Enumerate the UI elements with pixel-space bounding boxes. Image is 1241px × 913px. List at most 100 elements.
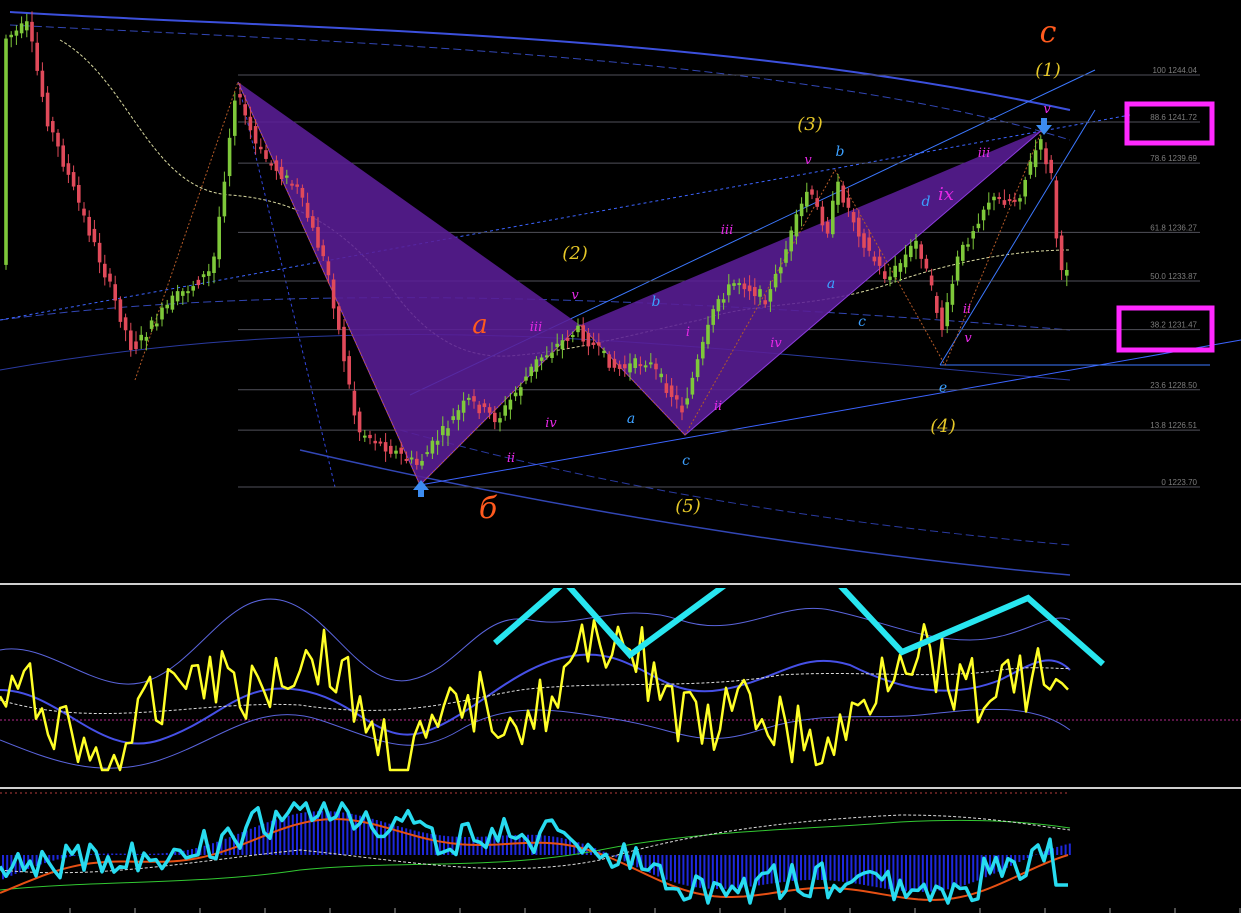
candle-body [9, 34, 13, 38]
histogram-bar [1060, 845, 1063, 855]
candle-body [1002, 200, 1007, 205]
histogram-bar [186, 849, 189, 855]
histogram-bar [98, 853, 101, 855]
candle-body [893, 265, 897, 278]
candle-body [773, 273, 778, 288]
histogram-bar [203, 845, 206, 855]
candle-body [799, 203, 804, 217]
candle-body [602, 350, 606, 354]
candle-body [373, 440, 377, 444]
candle-body [82, 208, 86, 216]
histogram-bar [174, 851, 177, 855]
candle-body [191, 286, 195, 291]
histogram-bar [963, 855, 966, 886]
candle-body [201, 274, 206, 278]
candle-body [456, 410, 461, 420]
candle-body [571, 335, 575, 338]
wave-label: iii [530, 320, 542, 335]
candle-body [40, 70, 45, 97]
candle-body [680, 405, 684, 413]
candle-body [898, 263, 903, 272]
histogram-bar [287, 815, 290, 855]
candle-body [467, 397, 471, 400]
candle-body [30, 21, 34, 42]
candle-body [45, 92, 50, 127]
histogram-bar [800, 855, 802, 881]
candle-body [238, 94, 242, 98]
candle-body [909, 245, 913, 258]
histogram-bar [191, 849, 193, 855]
candle-body [706, 324, 710, 345]
candle-body [617, 364, 622, 369]
candle-body [508, 399, 513, 410]
histogram-bar [1022, 855, 1025, 861]
histogram-bar [254, 827, 256, 855]
histogram-bar [682, 855, 685, 885]
wave-label: d [922, 194, 931, 210]
candle-body [1044, 148, 1048, 165]
candle-body [732, 283, 736, 286]
candle-body [675, 395, 679, 400]
histogram-bar [52, 855, 55, 861]
histogram-bar [548, 835, 550, 855]
pattern-triangle-left [238, 82, 580, 485]
candle-body [643, 365, 648, 368]
histogram-bar [917, 855, 920, 892]
candle-body [1059, 235, 1064, 271]
wave-label: b [836, 144, 845, 160]
histogram-bar [762, 855, 765, 885]
wave-label: v [964, 331, 972, 346]
candle-body [987, 202, 991, 210]
candle-body [524, 376, 528, 381]
histogram-bar [283, 816, 286, 855]
candle-body [695, 359, 700, 378]
candle-body [1028, 161, 1033, 175]
histogram-bar [1056, 846, 1059, 855]
channel-lines [0, 11, 1241, 576]
candle-body [779, 267, 783, 274]
histogram-bar [501, 835, 504, 855]
candle-body [404, 458, 409, 461]
histogram-bar [732, 855, 735, 889]
candle-body [992, 196, 996, 201]
candle-body [248, 116, 253, 131]
candle-body [1065, 269, 1069, 276]
candle-body [181, 291, 185, 296]
candle-body [581, 325, 585, 342]
candle-body [841, 185, 845, 203]
wave-label: v [804, 153, 812, 168]
wave-label: (3) [797, 114, 823, 135]
histogram-bar [737, 855, 739, 889]
candle-body [331, 279, 336, 309]
histogram-bar [111, 853, 114, 855]
histogram-bar [136, 853, 139, 855]
histogram-bar [947, 855, 949, 890]
candle-body [186, 291, 190, 294]
candle-body [961, 244, 965, 261]
histogram-bar [543, 835, 546, 855]
candle-body [701, 341, 705, 359]
histogram-bar [863, 855, 865, 885]
candle-body [279, 166, 284, 180]
candle-body [654, 363, 658, 370]
histogram-bar [707, 855, 710, 889]
candle-body [815, 198, 819, 207]
candle-body [810, 189, 814, 195]
histogram-bar [674, 855, 676, 883]
wave-label: v [571, 288, 579, 303]
candle-body [207, 271, 211, 276]
candle-body [4, 38, 8, 265]
candle-body [446, 428, 450, 436]
fib-label: 13.8 1226.51 [1150, 421, 1197, 430]
price-panel: 100 1244.04 88.6 1241.72 78.6 1239.69 61.8 … [0, 11, 1241, 576]
wave-label: e [939, 380, 947, 396]
histogram-bar [972, 855, 975, 883]
candle-body [25, 21, 29, 31]
histogram-bar [766, 855, 769, 885]
candle-body [903, 254, 908, 268]
fib-label: 38.2 1231.47 [1150, 321, 1197, 330]
candle-body [420, 460, 424, 466]
histogram-bar [1018, 855, 1021, 862]
candle-body [425, 452, 429, 455]
candle-body [591, 342, 596, 345]
